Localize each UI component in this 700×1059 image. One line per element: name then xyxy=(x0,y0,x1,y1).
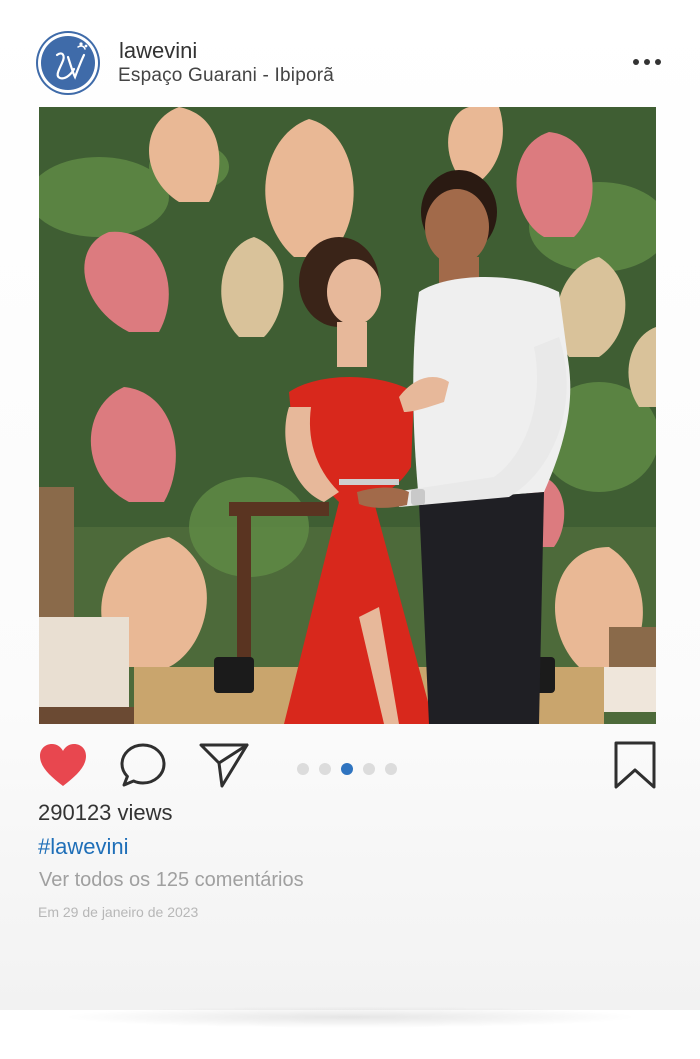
avatar-monogram-icon xyxy=(55,42,88,80)
carousel-dot[interactable] xyxy=(385,763,397,775)
carousel-indicator xyxy=(297,763,397,775)
post-photo[interactable] xyxy=(39,107,656,724)
comment-bubble-icon[interactable] xyxy=(119,741,167,789)
post-date: Em 29 de janeiro de 2023 xyxy=(38,904,199,920)
card-shadow xyxy=(60,1006,640,1028)
carousel-dot[interactable] xyxy=(363,763,375,775)
avatar[interactable] xyxy=(38,33,98,93)
carousel-dot-active[interactable] xyxy=(341,763,353,775)
view-all-comments-link[interactable]: Ver todos os 125 comentários xyxy=(39,869,304,892)
paper-plane-icon[interactable] xyxy=(198,741,250,789)
location-link[interactable]: Espaço Guarani - Ibiporã xyxy=(118,65,334,87)
post-photo-image xyxy=(39,107,656,724)
post-card: lawevini Espaço Guarani - Ibiporã 290123… xyxy=(0,0,700,1010)
more-horizontal-icon[interactable] xyxy=(626,50,668,74)
bookmark-icon[interactable] xyxy=(612,740,658,790)
heart-icon[interactable] xyxy=(38,742,88,788)
hashtag-link[interactable]: #lawevini xyxy=(38,834,129,860)
carousel-dot[interactable] xyxy=(319,763,331,775)
carousel-dot[interactable] xyxy=(297,763,309,775)
views-count: 290123 views xyxy=(38,800,173,825)
username[interactable]: lawevini xyxy=(119,38,197,64)
